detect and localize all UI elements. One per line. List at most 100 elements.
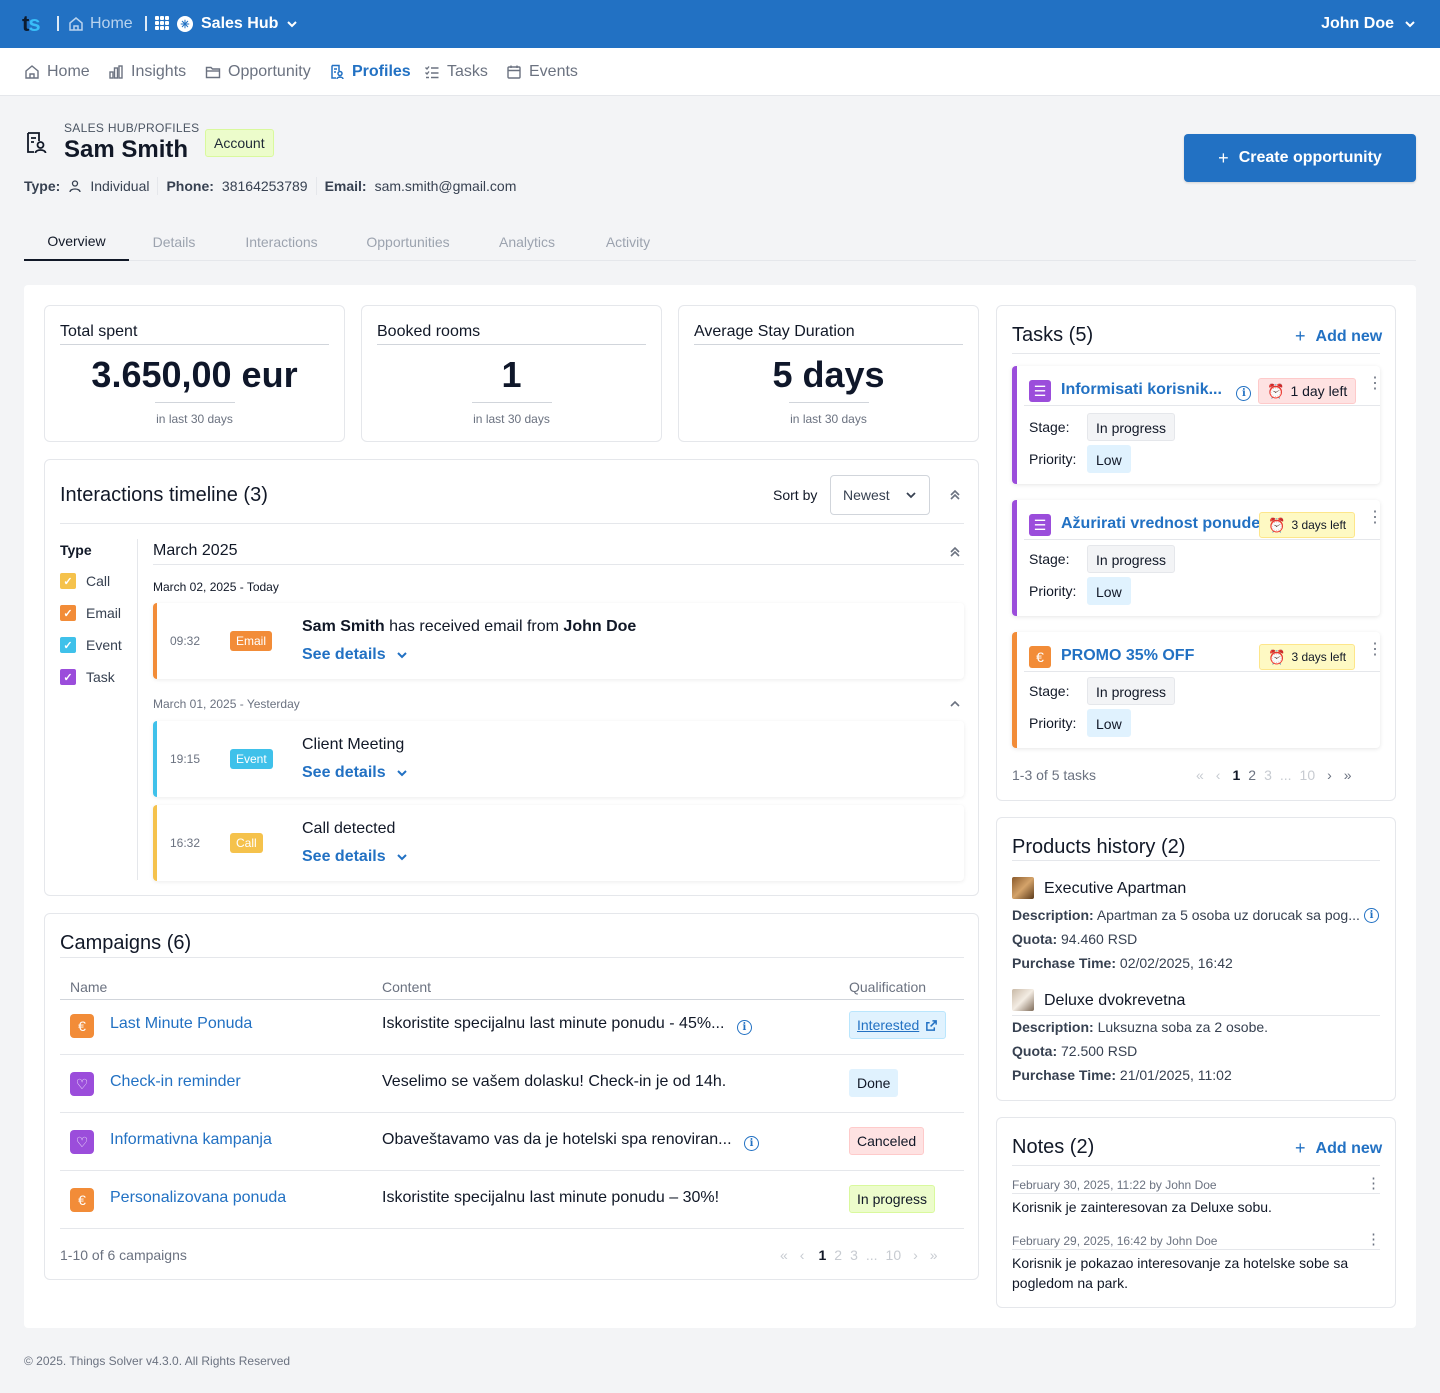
product-description: Description: Apartman za 5 osoba uz doru… (1012, 907, 1360, 923)
add-task-label: Add new (1315, 327, 1383, 345)
tab-interactions[interactable]: Interactions (234, 222, 329, 261)
see-details-link[interactable]: See details (302, 764, 408, 782)
create-opportunity-button[interactable]: + Create opportunity (1184, 134, 1416, 182)
nav-opportunity[interactable]: Opportunity (205, 61, 311, 83)
first-page-icon[interactable]: « (1196, 767, 1204, 783)
page-button[interactable]: 2 (1248, 767, 1256, 783)
more-options-icon[interactable]: ⋮ (1366, 1232, 1381, 1247)
see-details-link[interactable]: See details (302, 646, 408, 664)
nav-insights[interactable]: Insights (108, 61, 186, 83)
add-note-label: Add new (1315, 1139, 1383, 1157)
sort-select[interactable]: Newest (830, 475, 930, 515)
nav-events[interactable]: Events (506, 61, 578, 83)
campaign-content-text: Obaveštavamo vas da je hotelski spa reno… (382, 1131, 732, 1148)
page-ellipsis: ... (865, 1247, 878, 1263)
page-ellipsis: ... (1279, 767, 1292, 783)
filter-email-checkbox[interactable]: ✓ Email (60, 605, 121, 621)
last-page-icon[interactable]: » (1344, 767, 1352, 783)
chevron-up-icon[interactable] (948, 698, 962, 710)
prev-page-icon[interactable]: ‹ (1216, 767, 1221, 783)
description-label: Description: (1012, 1019, 1094, 1035)
external-link-icon (926, 1019, 938, 1031)
chevron-down-icon (396, 652, 407, 659)
stat-average-stay: Average Stay Duration 5 days in last 30 … (678, 305, 979, 442)
task-name-link[interactable]: Ažurirati vrednost ponude (1061, 515, 1260, 533)
more-options-icon[interactable]: ⋮ (1367, 510, 1383, 526)
filter-event-checkbox[interactable]: ✓ Event (60, 637, 122, 653)
item-text: Client Meeting (302, 736, 405, 753)
nav-home-label: Home (47, 63, 90, 80)
more-options-icon[interactable]: ⋮ (1366, 1176, 1381, 1191)
page-button[interactable]: 1 (818, 1247, 826, 1263)
task-name-link[interactable]: PROMO 35% OFF (1061, 647, 1194, 665)
campaign-name-link[interactable]: Personalizovana ponuda (110, 1189, 286, 1207)
user-menu[interactable]: John Doe (1321, 13, 1416, 35)
timeline-title: Interactions timeline (3) (60, 484, 268, 506)
info-icon[interactable]: i (736, 1020, 752, 1035)
campaign-name-link[interactable]: Informativna kampanja (110, 1131, 272, 1149)
heart-icon: ♡ (70, 1072, 94, 1096)
more-options-icon[interactable]: ⋮ (1367, 376, 1383, 392)
add-task-button[interactable]: + Add new (1295, 326, 1382, 347)
page-button[interactable]: 2 (834, 1247, 842, 1263)
page-button[interactable]: 1 (1232, 767, 1240, 783)
prev-page-icon[interactable]: ‹ (800, 1247, 805, 1263)
apps-grid-icon[interactable] (155, 16, 169, 30)
nav-profiles[interactable]: Profiles (329, 61, 411, 83)
nav-tasks[interactable]: Tasks (424, 61, 488, 83)
next-page-icon[interactable]: › (1327, 767, 1332, 783)
task-name-link[interactable]: Informisati korisnik... i (1061, 381, 1252, 401)
tab-opportunities[interactable]: Opportunities (357, 222, 459, 261)
hub-icon: ✳ (177, 16, 193, 32)
page-button[interactable]: 3 (1264, 767, 1272, 783)
tab-analytics[interactable]: Analytics (489, 222, 565, 261)
tab-details[interactable]: Details (139, 222, 209, 261)
first-page-icon[interactable]: « (780, 1247, 788, 1263)
column-header-content: Content (382, 979, 432, 995)
page-button[interactable]: 3 (850, 1247, 858, 1263)
due-label: 3 days left (1291, 518, 1347, 532)
nav-home[interactable]: Home (24, 61, 90, 83)
filter-call-checkbox[interactable]: ✓ Call (60, 573, 110, 589)
calendar-icon (507, 65, 521, 79)
page-button[interactable]: 10 (1300, 767, 1316, 783)
campaign-name-link[interactable]: Check-in reminder (110, 1073, 241, 1091)
collapse-all-icon[interactable] (948, 488, 962, 502)
see-details-link[interactable]: See details (302, 848, 408, 866)
chevron-down-icon (396, 770, 407, 777)
tab-overview[interactable]: Overview (24, 222, 129, 261)
product-purchase-time: Purchase Time: 21/01/2025, 11:02 (1012, 1067, 1232, 1083)
divider (1012, 860, 1380, 861)
table-row: ♡ Check-in reminder Veselimo se vašem do… (60, 1055, 964, 1113)
hub-selector[interactable]: ✳ Sales Hub (177, 13, 298, 35)
nav-tasks-label: Tasks (447, 63, 488, 80)
info-icon[interactable]: i (1236, 386, 1252, 401)
nav-insights-label: Insights (131, 63, 187, 80)
add-note-button[interactable]: + Add new (1295, 1138, 1382, 1159)
column-header-qualification: Qualification (849, 979, 927, 995)
stage-badge: In progress (1087, 545, 1176, 573)
last-page-icon[interactable]: » (930, 1247, 938, 1263)
next-page-icon[interactable]: › (913, 1247, 918, 1263)
type-label: Type: (24, 178, 61, 194)
tab-activity[interactable]: Activity (597, 222, 659, 261)
info-icon[interactable]: i (1364, 908, 1379, 923)
more-options-icon[interactable]: ⋮ (1367, 642, 1383, 658)
home-link[interactable]: Home (68, 13, 133, 35)
collapse-month-icon[interactable] (948, 545, 962, 559)
hub-label: Sales Hub (201, 15, 279, 32)
page-button[interactable]: 10 (886, 1247, 902, 1263)
product-description: Description: Luksuzna soba za 2 osobe. (1012, 1019, 1268, 1035)
product-thumbnail (1012, 877, 1034, 899)
create-opportunity-label: Create opportunity (1238, 149, 1382, 166)
info-icon[interactable]: i (743, 1136, 759, 1151)
filter-task-checkbox[interactable]: ✓ Task (60, 669, 115, 685)
app-logo[interactable]: ts (22, 11, 48, 37)
divider (1012, 353, 1380, 354)
campaign-name-link[interactable]: Last Minute Ponuda (110, 1015, 252, 1033)
day-heading: March 02, 2025 - Today (153, 580, 279, 594)
tasks-pagination: « ‹ 1 2 3 ... 10 › » (1192, 767, 1356, 783)
qualification-link[interactable]: Interested (849, 1011, 947, 1039)
breadcrumb: SALES HUB/PROFILES (64, 121, 200, 135)
qualification-badge: Done (849, 1069, 899, 1097)
